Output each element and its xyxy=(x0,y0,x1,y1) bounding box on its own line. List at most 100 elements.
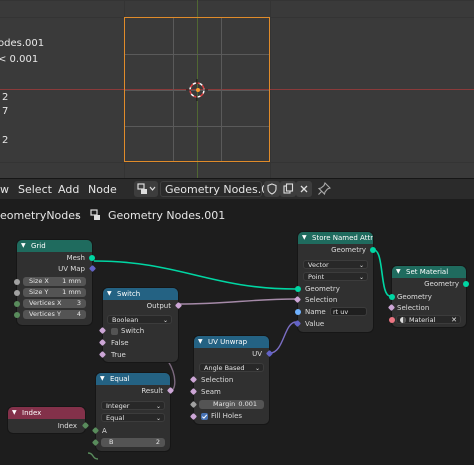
datablock-name-field[interactable]: Geometry Nodes.001 xyxy=(160,181,282,197)
store-datatype-dropdown[interactable]: Vector ⌄ xyxy=(303,260,368,269)
store-input-selection: Selection xyxy=(305,296,338,304)
menu-view[interactable]: w xyxy=(0,183,9,196)
store-name-label: Name xyxy=(305,308,326,316)
vertices-x-label: Vertices X xyxy=(29,299,62,307)
store-named-attribute-node[interactable]: ▼ Store Named Attrib... Geometry Vector … xyxy=(293,232,376,332)
size-y-label: Size Y xyxy=(29,288,49,296)
duplicate-icon xyxy=(283,183,294,194)
breadcrumb-root[interactable]: eometryNodes xyxy=(0,209,81,222)
chevron-down-icon: ⌄ xyxy=(358,262,364,269)
store-domain-value: Point xyxy=(308,273,325,281)
store-output-socket[interactable] xyxy=(370,247,376,253)
switch-node[interactable]: ▼ Switch Output Boolean ⌄ Switch False T… xyxy=(98,288,183,362)
material-selector[interactable]: Material ✕ xyxy=(396,315,461,324)
size-y-value: 1 mm xyxy=(62,288,81,296)
switch-type-dropdown[interactable]: Boolean ⌄ xyxy=(107,315,172,324)
collapse-icon[interactable]: ▼ xyxy=(107,288,112,300)
size-x-socket[interactable] xyxy=(14,279,20,285)
chevron-down-icon: ⌄ xyxy=(155,415,161,422)
equal-b-field[interactable]: B 2 xyxy=(101,438,165,447)
set-material-node-header[interactable]: ▼ Set Material xyxy=(392,266,466,278)
vertices-y-socket[interactable] xyxy=(14,312,20,318)
pin-button[interactable] xyxy=(316,181,332,197)
store-input-value: Value xyxy=(305,320,325,328)
close-icon[interactable]: ✕ xyxy=(451,316,457,325)
menu-node[interactable]: Node xyxy=(88,183,117,196)
collapse-icon[interactable]: ▼ xyxy=(302,232,307,244)
chevron-down-icon: ⌄ xyxy=(254,365,260,372)
menu-select[interactable]: Select xyxy=(18,183,52,196)
stat-line-1: odes.001 xyxy=(0,38,45,49)
link-switch-to-selection xyxy=(177,298,297,305)
uv-margin-label: Margin xyxy=(213,400,236,408)
uv-method-dropdown[interactable]: Angle Based ⌄ xyxy=(199,363,264,372)
set-material-geometry-socket[interactable] xyxy=(389,294,395,300)
set-material-material-socket[interactable] xyxy=(389,317,395,323)
index-output-label: Index xyxy=(57,422,77,430)
grid-output-uvmap: UV Map xyxy=(58,265,85,273)
equal-node[interactable]: ▼ Equal Result Integer ⌄ Equal ⌄ A B 2 xyxy=(91,373,175,451)
set-material-output-socket[interactable] xyxy=(463,281,469,287)
chevron-down-icon: ⌄ xyxy=(162,317,168,324)
store-input-geometry: Geometry xyxy=(305,285,340,293)
menu-add[interactable]: Add xyxy=(58,183,79,196)
switch-input-true: True xyxy=(111,351,126,359)
collapse-icon[interactable]: ▼ xyxy=(198,336,203,348)
grid-mesh-socket[interactable] xyxy=(89,255,95,261)
uv-margin-field[interactable]: Margin 0.001 xyxy=(199,400,264,409)
store-geometry-socket[interactable] xyxy=(295,286,301,292)
chevron-down-icon: ⌄ xyxy=(358,274,364,281)
set-material-node[interactable]: ▼ Set Material Geometry Geometry Selecti… xyxy=(387,266,469,327)
grid-node[interactable]: ▼ Grid Mesh UV Map Size X 1 mm Size Y 1 … xyxy=(14,240,97,325)
store-node-header[interactable]: ▼ Store Named Attrib... xyxy=(298,232,373,244)
vertices-x-socket[interactable] xyxy=(14,301,20,307)
store-name-input[interactable]: rt uv xyxy=(330,307,367,316)
uv-unwrap-node[interactable]: ▼ UV Unwrap UV Angle Based ⌄ Selection S… xyxy=(189,336,274,424)
unlink-button[interactable] xyxy=(296,181,312,197)
fill-holes-checkbox[interactable] xyxy=(201,413,208,420)
fake-user-button[interactable] xyxy=(264,181,280,197)
chevron-down-icon: ⌄ xyxy=(155,403,161,410)
vertices-x-field[interactable]: Vertices X 3 xyxy=(23,299,86,308)
switch-node-header[interactable]: ▼ Switch xyxy=(103,288,178,300)
collapse-icon[interactable]: ▼ xyxy=(21,240,26,252)
material-value: Material xyxy=(409,316,436,324)
node-editor-header: w Select Add Node Geometry Nodes.001 xyxy=(0,178,474,200)
equal-mode-dropdown[interactable]: Equal ⌄ xyxy=(101,413,165,422)
collapse-icon[interactable]: ▼ xyxy=(396,266,401,278)
uv-unwrap-node-title: UV Unwrap xyxy=(208,338,248,346)
switch-input-switch: Switch xyxy=(121,327,145,335)
node-editor-canvas[interactable]: ▼ Grid Mesh UV Map Size X 1 mm Size Y 1 … xyxy=(0,231,474,465)
link-store-to-setmaterial xyxy=(373,249,391,297)
duplicate-button[interactable] xyxy=(280,181,296,197)
breadcrumb-current[interactable]: Geometry Nodes.001 xyxy=(108,209,225,222)
switch-checkbox[interactable] xyxy=(111,328,118,335)
3d-viewport[interactable]: odes.001 < 0.001 2 7 2 xyxy=(0,0,474,178)
equal-type-value: Integer xyxy=(106,402,130,410)
size-x-label: Size X xyxy=(29,277,49,285)
node-tree-browse-button[interactable] xyxy=(134,181,158,197)
size-y-field[interactable]: Size Y 1 mm xyxy=(23,288,86,297)
vertices-y-field[interactable]: Vertices Y 4 xyxy=(23,310,86,319)
close-icon xyxy=(300,185,308,193)
switch-node-title: Switch xyxy=(117,290,141,298)
equal-type-dropdown[interactable]: Integer ⌄ xyxy=(101,401,165,410)
store-name-socket[interactable] xyxy=(295,309,301,315)
store-output-geometry: Geometry xyxy=(331,246,366,254)
object-origin xyxy=(196,88,200,92)
size-x-field[interactable]: Size X 1 mm xyxy=(23,277,86,286)
equal-input-a: A xyxy=(102,427,107,435)
equal-output-label: Result xyxy=(141,387,163,395)
store-domain-dropdown[interactable]: Point ⌄ xyxy=(303,272,368,281)
equal-node-header[interactable]: ▼ Equal xyxy=(96,373,170,385)
collapse-icon[interactable]: ▼ xyxy=(12,407,17,419)
index-node[interactable]: ▼ Index Index xyxy=(8,407,90,433)
grid-node-header[interactable]: ▼ Grid xyxy=(17,240,92,252)
stat-line-5: 2 xyxy=(2,135,9,146)
switch-input-false: False xyxy=(111,339,129,347)
index-node-header[interactable]: ▼ Index xyxy=(8,407,85,419)
uv-input-selection: Selection xyxy=(201,376,234,384)
size-y-socket[interactable] xyxy=(14,290,20,296)
collapse-icon[interactable]: ▼ xyxy=(100,373,105,385)
uv-unwrap-node-header[interactable]: ▼ UV Unwrap xyxy=(194,336,269,348)
